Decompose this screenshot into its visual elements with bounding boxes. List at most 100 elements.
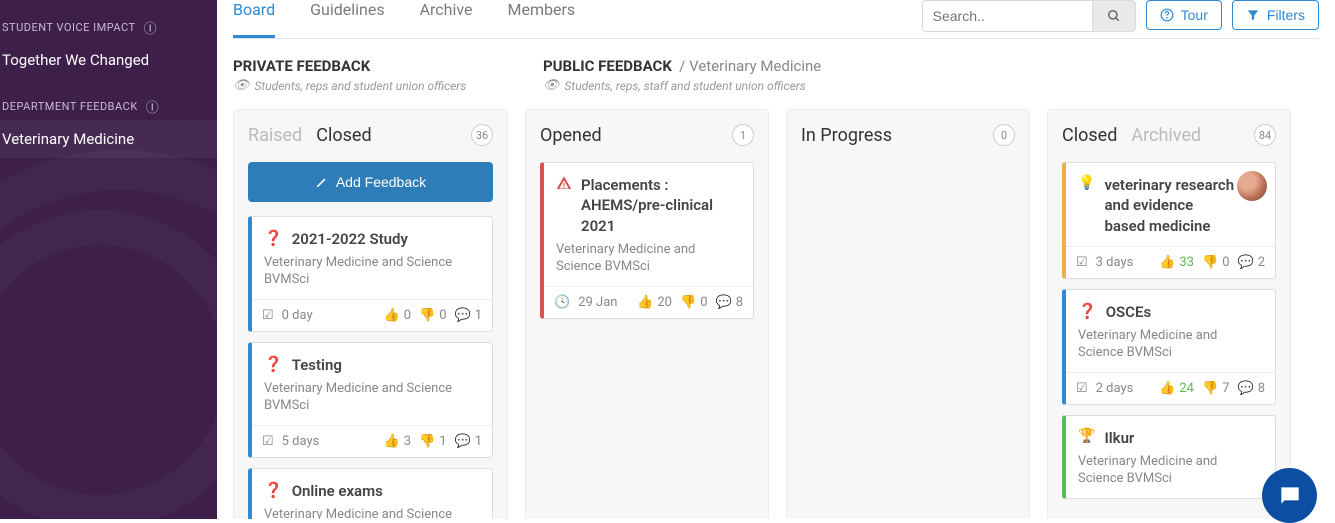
card-placements[interactable]: Placements : AHEMS/pre-clinical 2021 Vet… [540,162,754,319]
card-title: Online exams [292,481,383,501]
card-footer: ☑ 2 days 👍 24 👎 7 💬 8 [1066,372,1275,404]
breadcrumb-sep: / [679,57,685,75]
card-study-2021[interactable]: ❓ 2021-2022 Study Veterinary Medicine an… [248,216,493,332]
card-age: 29 Jan [578,295,629,310]
header-private-sub-text: Students, reps and student union officer… [255,79,467,93]
nav-tabs: Board Guidelines Archive Members [233,0,575,38]
pencil-icon [315,175,329,189]
card-ilkur[interactable]: 🏆 Ilkur Veterinary Medicine and Science … [1062,415,1276,499]
info-icon[interactable]: ⓘ [144,18,158,37]
board: Raised Closed 36 Add Feedback ❓ 2021-202… [233,109,1319,519]
count-badge: 1 [732,124,754,146]
search-icon [1107,9,1121,23]
comments[interactable]: 💬 1 [455,308,483,323]
breadcrumb-current: Veterinary Medicine [689,57,821,75]
sidebar-item-vetmed[interactable]: Veterinary Medicine [0,120,217,158]
chat-fab[interactable] [1262,468,1317,523]
card-body: ❓ Testing Veterinary Medicine and Scienc… [252,343,492,425]
upvotes[interactable]: 👍 33 [1159,255,1194,270]
add-feedback-button[interactable]: Add Feedback [248,162,493,202]
question-icon: ❓ [264,355,283,373]
header-public-title: PUBLIC FEEDBACK [543,57,672,75]
tab-board[interactable]: Board [233,0,275,38]
card-testing[interactable]: ❓ Testing Veterinary Medicine and Scienc… [248,342,493,458]
card-subtitle: Veterinary Medicine and Science BVMSci [1078,454,1263,488]
card-subtitle: Veterinary Medicine and Science BVMSci [264,381,480,415]
col-title: Opened [540,125,602,146]
card-footer: ☑ 5 days 👍 3 👎 1 💬 1 [252,425,492,457]
search-button[interactable] [1092,0,1136,32]
downvotes[interactable]: 👎 0 [680,295,708,310]
eye-icon: 👁 [543,78,560,93]
upvotes[interactable]: 👍 20 [637,295,672,310]
card-age: 0 day [282,308,376,323]
tour-button[interactable]: Tour [1146,0,1222,30]
upvotes[interactable]: 👍 3 [384,434,412,449]
tab-archive[interactable]: Archive [420,0,473,38]
clock-icon: 🕓 [554,295,570,310]
column-closed: Closed Archived 84 💡 veterinary research… [1047,109,1291,519]
col-tab-closed[interactable]: Closed [1062,125,1117,146]
topbar: Board Guidelines Archive Members Tour Fi… [233,0,1319,38]
comments[interactable]: 💬 1 [455,434,483,449]
column-opened: Opened 1 Placements : AHEMS/pre-clinical… [525,109,769,519]
count-badge: 36 [471,124,493,146]
column-head: Closed Archived 84 [1062,124,1276,146]
downvotes[interactable]: 👎 7 [1202,381,1230,396]
search-wrap [922,0,1136,32]
tour-label: Tour [1181,7,1208,23]
sidebar-item-together[interactable]: Together We Changed [0,41,217,79]
tab-guidelines[interactable]: Guidelines [310,0,384,38]
card-subtitle: Veterinary Medicine and Science BVMSci [264,255,480,289]
downvotes[interactable]: 👎 0 [1202,255,1230,270]
col-title: In Progress [801,125,892,146]
card-body: ❓ Online exams Veterinary Medicine and S… [252,469,492,519]
downvotes[interactable]: 👎 0 [419,308,447,323]
help-icon [1160,8,1174,22]
card-title: OSCEs [1106,302,1151,322]
card-body: 🏆 Ilkur Veterinary Medicine and Science … [1066,416,1275,498]
check-icon: ☑ [262,308,274,323]
card-age: 2 days [1096,381,1152,396]
comments[interactable]: 💬 8 [1238,381,1266,396]
filters-label: Filters [1267,7,1305,23]
column-head: In Progress 0 [801,124,1015,146]
header-public: PUBLIC FEEDBACK / Veterinary Medicine 👁 … [543,57,1319,93]
comments[interactable]: 💬 2 [1238,255,1266,270]
card-body: ❓ OSCEs Veterinary Medicine and Science … [1066,290,1275,372]
card-subtitle: Veterinary Medicine and Science BVMSci [556,242,741,276]
card-body: Placements : AHEMS/pre-clinical 2021 Vet… [544,163,753,286]
header-public-sub-text: Students, reps, staff and student union … [565,79,806,93]
col-tab-closed[interactable]: Closed [316,125,371,146]
col-tab-archived[interactable]: Archived [1131,125,1201,146]
card-subtitle: Veterinary Medicine and Science [264,507,480,519]
card-footer: ☑ 3 days 👍 33 👎 0 💬 2 [1066,246,1275,278]
card-online-exams[interactable]: ❓ Online exams Veterinary Medicine and S… [248,468,493,519]
card-title: Ilkur [1104,428,1134,448]
header-private: PRIVATE FEEDBACK 👁 Students, reps and st… [233,57,523,93]
card-osces[interactable]: ❓ OSCEs Veterinary Medicine and Science … [1062,289,1276,405]
count-badge: 84 [1254,124,1276,146]
comments[interactable]: 💬 8 [716,295,744,310]
upvotes[interactable]: 👍 0 [384,308,412,323]
card-title: Testing [292,355,342,375]
card-vet-research[interactable]: 💡 veterinary research and evidence based… [1062,162,1276,279]
filters-button[interactable]: Filters [1232,0,1319,30]
card-footer: ☑ 0 day 👍 0 👎 0 💬 1 [252,299,492,331]
downvotes[interactable]: 👎 1 [419,434,447,449]
add-feedback-label: Add Feedback [336,174,426,190]
section-headers: PRIVATE FEEDBACK 👁 Students, reps and st… [233,57,1319,93]
tab-members[interactable]: Members [508,0,576,38]
info-icon[interactable]: ⓘ [146,97,160,116]
upvotes[interactable]: 👍 24 [1159,381,1194,396]
avatar [1237,171,1267,201]
card-age: 3 days [1096,255,1152,270]
breadcrumb: / Veterinary Medicine [675,57,821,75]
search-input[interactable] [922,0,1092,32]
lightbulb-icon: 💡 [1078,175,1095,191]
col-tab-raised[interactable]: Raised [248,125,302,146]
card-title: Placements : AHEMS/pre-clinical 2021 [581,175,741,236]
card-footer: 🕓 29 Jan 👍 20 👎 0 💬 8 [544,286,753,318]
filter-icon [1246,8,1260,22]
card-title: 2021-2022 Study [292,229,408,249]
